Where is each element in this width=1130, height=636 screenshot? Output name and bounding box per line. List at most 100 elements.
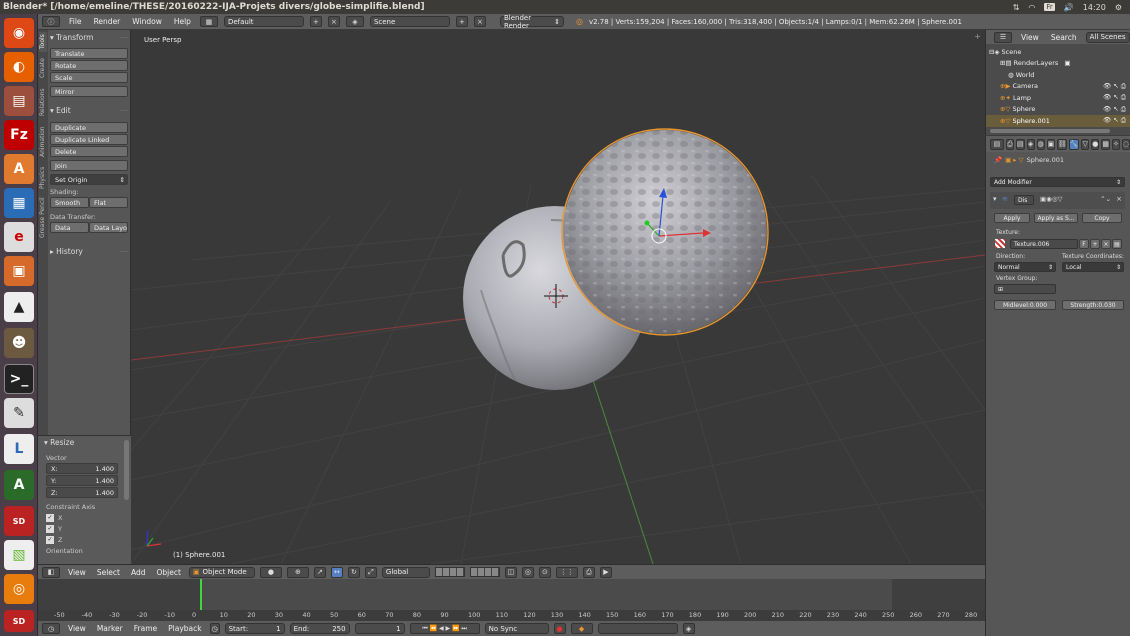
vertex-group-field[interactable]: ⊞ [994, 284, 1056, 294]
duplicate-linked-button[interactable]: Duplicate Linked [50, 134, 128, 145]
axis-x-checkbox[interactable]: ✓ X [46, 512, 131, 523]
physics-tab-icon[interactable]: ◌ [1121, 138, 1130, 150]
drag-handle-icon[interactable]: ⋯ [121, 247, 129, 256]
scene-icon[interactable]: ◈ [345, 16, 364, 27]
material-tab-icon[interactable]: ● [1091, 138, 1100, 150]
texture-coords-dropdown[interactable]: Local ⇕ [1062, 262, 1124, 272]
rotate-button[interactable]: Rotate [50, 60, 128, 71]
writer-icon[interactable]: ▦ [4, 188, 34, 218]
outliner-item-camera[interactable]: ⊕▶ Camera 👁 ↖ ⎙ [986, 81, 1130, 93]
files-icon[interactable]: ▤ [4, 86, 34, 116]
flat-button[interactable]: Flat [89, 197, 128, 208]
outliner-item-sphere001[interactable]: ⊕▽ Sphere.001 👁 ↖ ⎙ [986, 115, 1130, 127]
render-settings-icon[interactable]: ▣ [1064, 59, 1070, 67]
close-icon[interactable]: × [1116, 195, 1122, 203]
blender-icon[interactable]: ◎ [4, 574, 34, 604]
strength-field[interactable]: Strength:0.030 [1062, 300, 1124, 310]
impress-icon[interactable]: ▣ [4, 256, 34, 286]
data-layout-button[interactable]: Data Layo [89, 222, 128, 233]
mode-selector[interactable]: ▣ Object Mode [188, 566, 255, 578]
clock[interactable]: 14:20 [1083, 3, 1106, 12]
rotate-manipulator-icon[interactable]: ↻ [347, 566, 360, 578]
firefox-icon[interactable]: ◐ [4, 52, 34, 82]
preview-range-icon[interactable]: ◷ [209, 623, 220, 634]
direction-dropdown[interactable]: Normal ⇕ [994, 262, 1056, 272]
outliner-scrollbar[interactable] [990, 129, 1110, 133]
render-tab-icon[interactable]: ⎙ [1005, 138, 1014, 150]
operator-scrollbar[interactable] [124, 440, 129, 500]
layers-grid-1[interactable] [434, 567, 465, 577]
filezilla-icon[interactable]: Fz [4, 120, 34, 150]
tab-physics[interactable]: Physics [39, 164, 47, 192]
menu-render[interactable]: Render [91, 17, 124, 26]
render-anim-icon[interactable]: ▶ [599, 566, 612, 578]
restrict-icons[interactable]: 👁 ↖ ⎙ [1103, 82, 1126, 91]
tab-animation[interactable]: Animation [39, 122, 47, 162]
menu-file[interactable]: File [66, 17, 85, 26]
terminal-icon[interactable]: >_ [4, 364, 34, 394]
menu-playback[interactable]: Playback [165, 624, 204, 633]
texture-settings-icon[interactable]: ▤ [1112, 239, 1122, 249]
resize-y-field[interactable]: Y: 1.400 [46, 475, 118, 486]
texture-field[interactable]: Texture.006 [1010, 239, 1078, 249]
proportional-edit-icon[interactable]: ◎ [521, 566, 534, 578]
playback-controls[interactable]: ⏮ ⏪ ◀ ▶ ⏩ ⏭ [409, 623, 480, 634]
translate-button[interactable]: Translate [50, 48, 128, 59]
add-scene-icon[interactable]: + [455, 16, 468, 27]
layout-selector[interactable]: Default [223, 16, 304, 27]
axis-z-checkbox[interactable]: ✓ Z [46, 534, 131, 545]
data-tab-icon[interactable]: ▽ [1081, 138, 1090, 150]
particles-tab-icon[interactable]: ✧ [1111, 138, 1120, 150]
drag-handle-icon[interactable]: ⋯ [121, 106, 129, 115]
timeline[interactable]: -50 -40 -30 -20 -10 0 10 20 30 40 50 60 70 80 90 100 110… [38, 579, 985, 621]
software-center-icon[interactable]: A [4, 154, 34, 184]
editor-type-outliner-icon[interactable]: ☰ [994, 31, 1012, 43]
current-frame-field[interactable]: 1 [354, 623, 405, 634]
image-viewer-icon[interactable]: ▧ [4, 540, 34, 570]
restrict-icons[interactable]: 👁 ↖ ⎙ [1103, 93, 1126, 102]
delete-button[interactable]: Delete [50, 146, 128, 157]
power-icon[interactable]: ⚙ [1115, 3, 1122, 12]
resize-x-field[interactable]: X: 1.400 [46, 463, 118, 474]
layers-grid-2[interactable] [469, 567, 500, 577]
remove-layout-icon[interactable]: × [327, 16, 340, 27]
editor-type-3d-icon[interactable]: ◧ [42, 566, 60, 578]
world-tab-icon[interactable]: ◍ [1036, 138, 1045, 150]
midlevel-field[interactable]: Midlevel:0.000 [994, 300, 1056, 310]
keying-set-selector[interactable] [597, 623, 678, 634]
duplicate-button[interactable]: Duplicate [50, 122, 128, 133]
texture-tab-icon[interactable]: ▦ [1101, 138, 1110, 150]
edit-panel-header[interactable]: ▾ Edit ⋯ [50, 104, 128, 116]
fake-user-button[interactable]: F [1079, 239, 1089, 249]
unlink-texture-icon[interactable]: × [1101, 239, 1111, 249]
apply-button[interactable]: Apply [994, 213, 1030, 223]
apply-as-shape-button[interactable]: Apply as S... [1034, 213, 1078, 223]
3d-viewport[interactable]: User Persp (1) Sphere.001 + [131, 30, 985, 564]
tab-create[interactable]: Create [39, 54, 47, 82]
transform-orientation-selector[interactable]: Global [381, 566, 430, 578]
scale-manipulator-icon[interactable]: ⤢ [364, 566, 377, 578]
menu-help[interactable]: Help [171, 17, 194, 26]
translate-manipulator-icon[interactable]: ↔ [330, 566, 343, 578]
network-icon[interactable]: ⇅ [1013, 3, 1020, 12]
sd-card-icon-2[interactable]: SD [4, 610, 34, 632]
pivot-point-icon[interactable]: ⊕ [286, 566, 309, 578]
copy-modifier-button[interactable]: Copy [1082, 213, 1122, 223]
outliner-item-sphere[interactable]: ⊕▽ Sphere 👁 ↖ ⎙ [986, 104, 1130, 116]
record-icon[interactable]: ● [553, 623, 566, 634]
outliner-menu-view[interactable]: View [1018, 33, 1042, 42]
move-modifier-icons[interactable]: ⌃⌄ [1100, 195, 1111, 203]
menu-select[interactable]: Select [94, 568, 123, 577]
editor-type-icon[interactable]: ⓘ [42, 16, 60, 27]
tab-relations[interactable]: Relations [39, 84, 47, 120]
scene-selector[interactable]: Scene [369, 16, 450, 27]
libreoffice-icon[interactable]: L [4, 434, 34, 464]
menu-timeline-view[interactable]: View [65, 624, 89, 633]
timeline-ruler[interactable]: -50 -40 -30 -20 -10 0 10 20 30 40 50 60 70 80 90 100 110… [38, 610, 985, 621]
remove-scene-icon[interactable]: × [473, 16, 486, 27]
viewport-shading-icon[interactable]: ● [259, 566, 282, 578]
mirror-button[interactable]: Mirror [50, 86, 128, 97]
operator-header[interactable]: ▾ Resize [38, 436, 131, 448]
object-tab-icon[interactable]: ▣ [1046, 138, 1056, 150]
menu-window[interactable]: Window [129, 17, 165, 26]
